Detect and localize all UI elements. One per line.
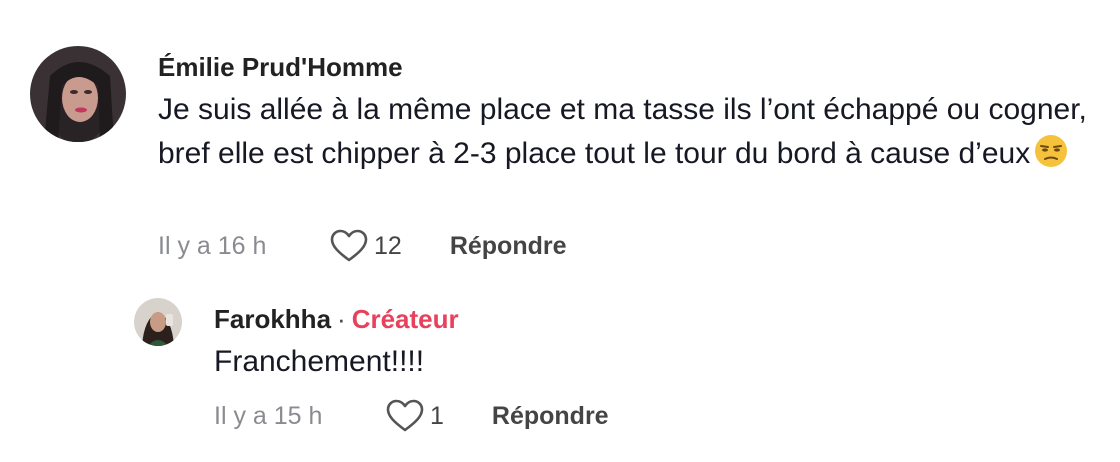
comment-timestamp: Il y a 16 h <box>158 231 267 260</box>
creator-badge: Créateur <box>351 304 459 334</box>
heart-outline-icon[interactable] <box>386 399 424 433</box>
avatar-image <box>30 46 126 142</box>
unamused-face-emoji-icon <box>1035 135 1068 167</box>
reply-button[interactable]: Répondre <box>492 402 609 431</box>
like-count: 1 <box>430 401 444 430</box>
comment-text-content: Je suis allée à la même place et ma tass… <box>158 93 1087 170</box>
like-button[interactable]: 12 <box>330 229 402 263</box>
reply-text: Franchement!!!! <box>214 345 425 378</box>
reply-button[interactable]: Répondre <box>450 232 567 261</box>
separator: · <box>337 304 346 334</box>
reply-username[interactable]: Farokhha <box>214 304 331 334</box>
reply-username-line: Farokhha · Créateur <box>214 302 1034 336</box>
avatar[interactable] <box>30 46 126 142</box>
comment-username[interactable]: Émilie Prud'Homme <box>158 50 1098 84</box>
avatar[interactable] <box>134 298 182 346</box>
comment-actions: Il y a 16 h 12 Répondre <box>158 226 567 266</box>
reply-actions: Il y a 15 h 1 Répondre <box>214 396 609 436</box>
comment-text: Je suis allée à la même place et ma tass… <box>158 88 1098 176</box>
reply-timestamp: Il y a 15 h <box>214 401 323 430</box>
heart-outline-icon[interactable] <box>330 229 368 263</box>
avatar-image <box>134 298 182 346</box>
like-count: 12 <box>374 231 402 260</box>
like-button[interactable]: 1 <box>386 399 444 433</box>
